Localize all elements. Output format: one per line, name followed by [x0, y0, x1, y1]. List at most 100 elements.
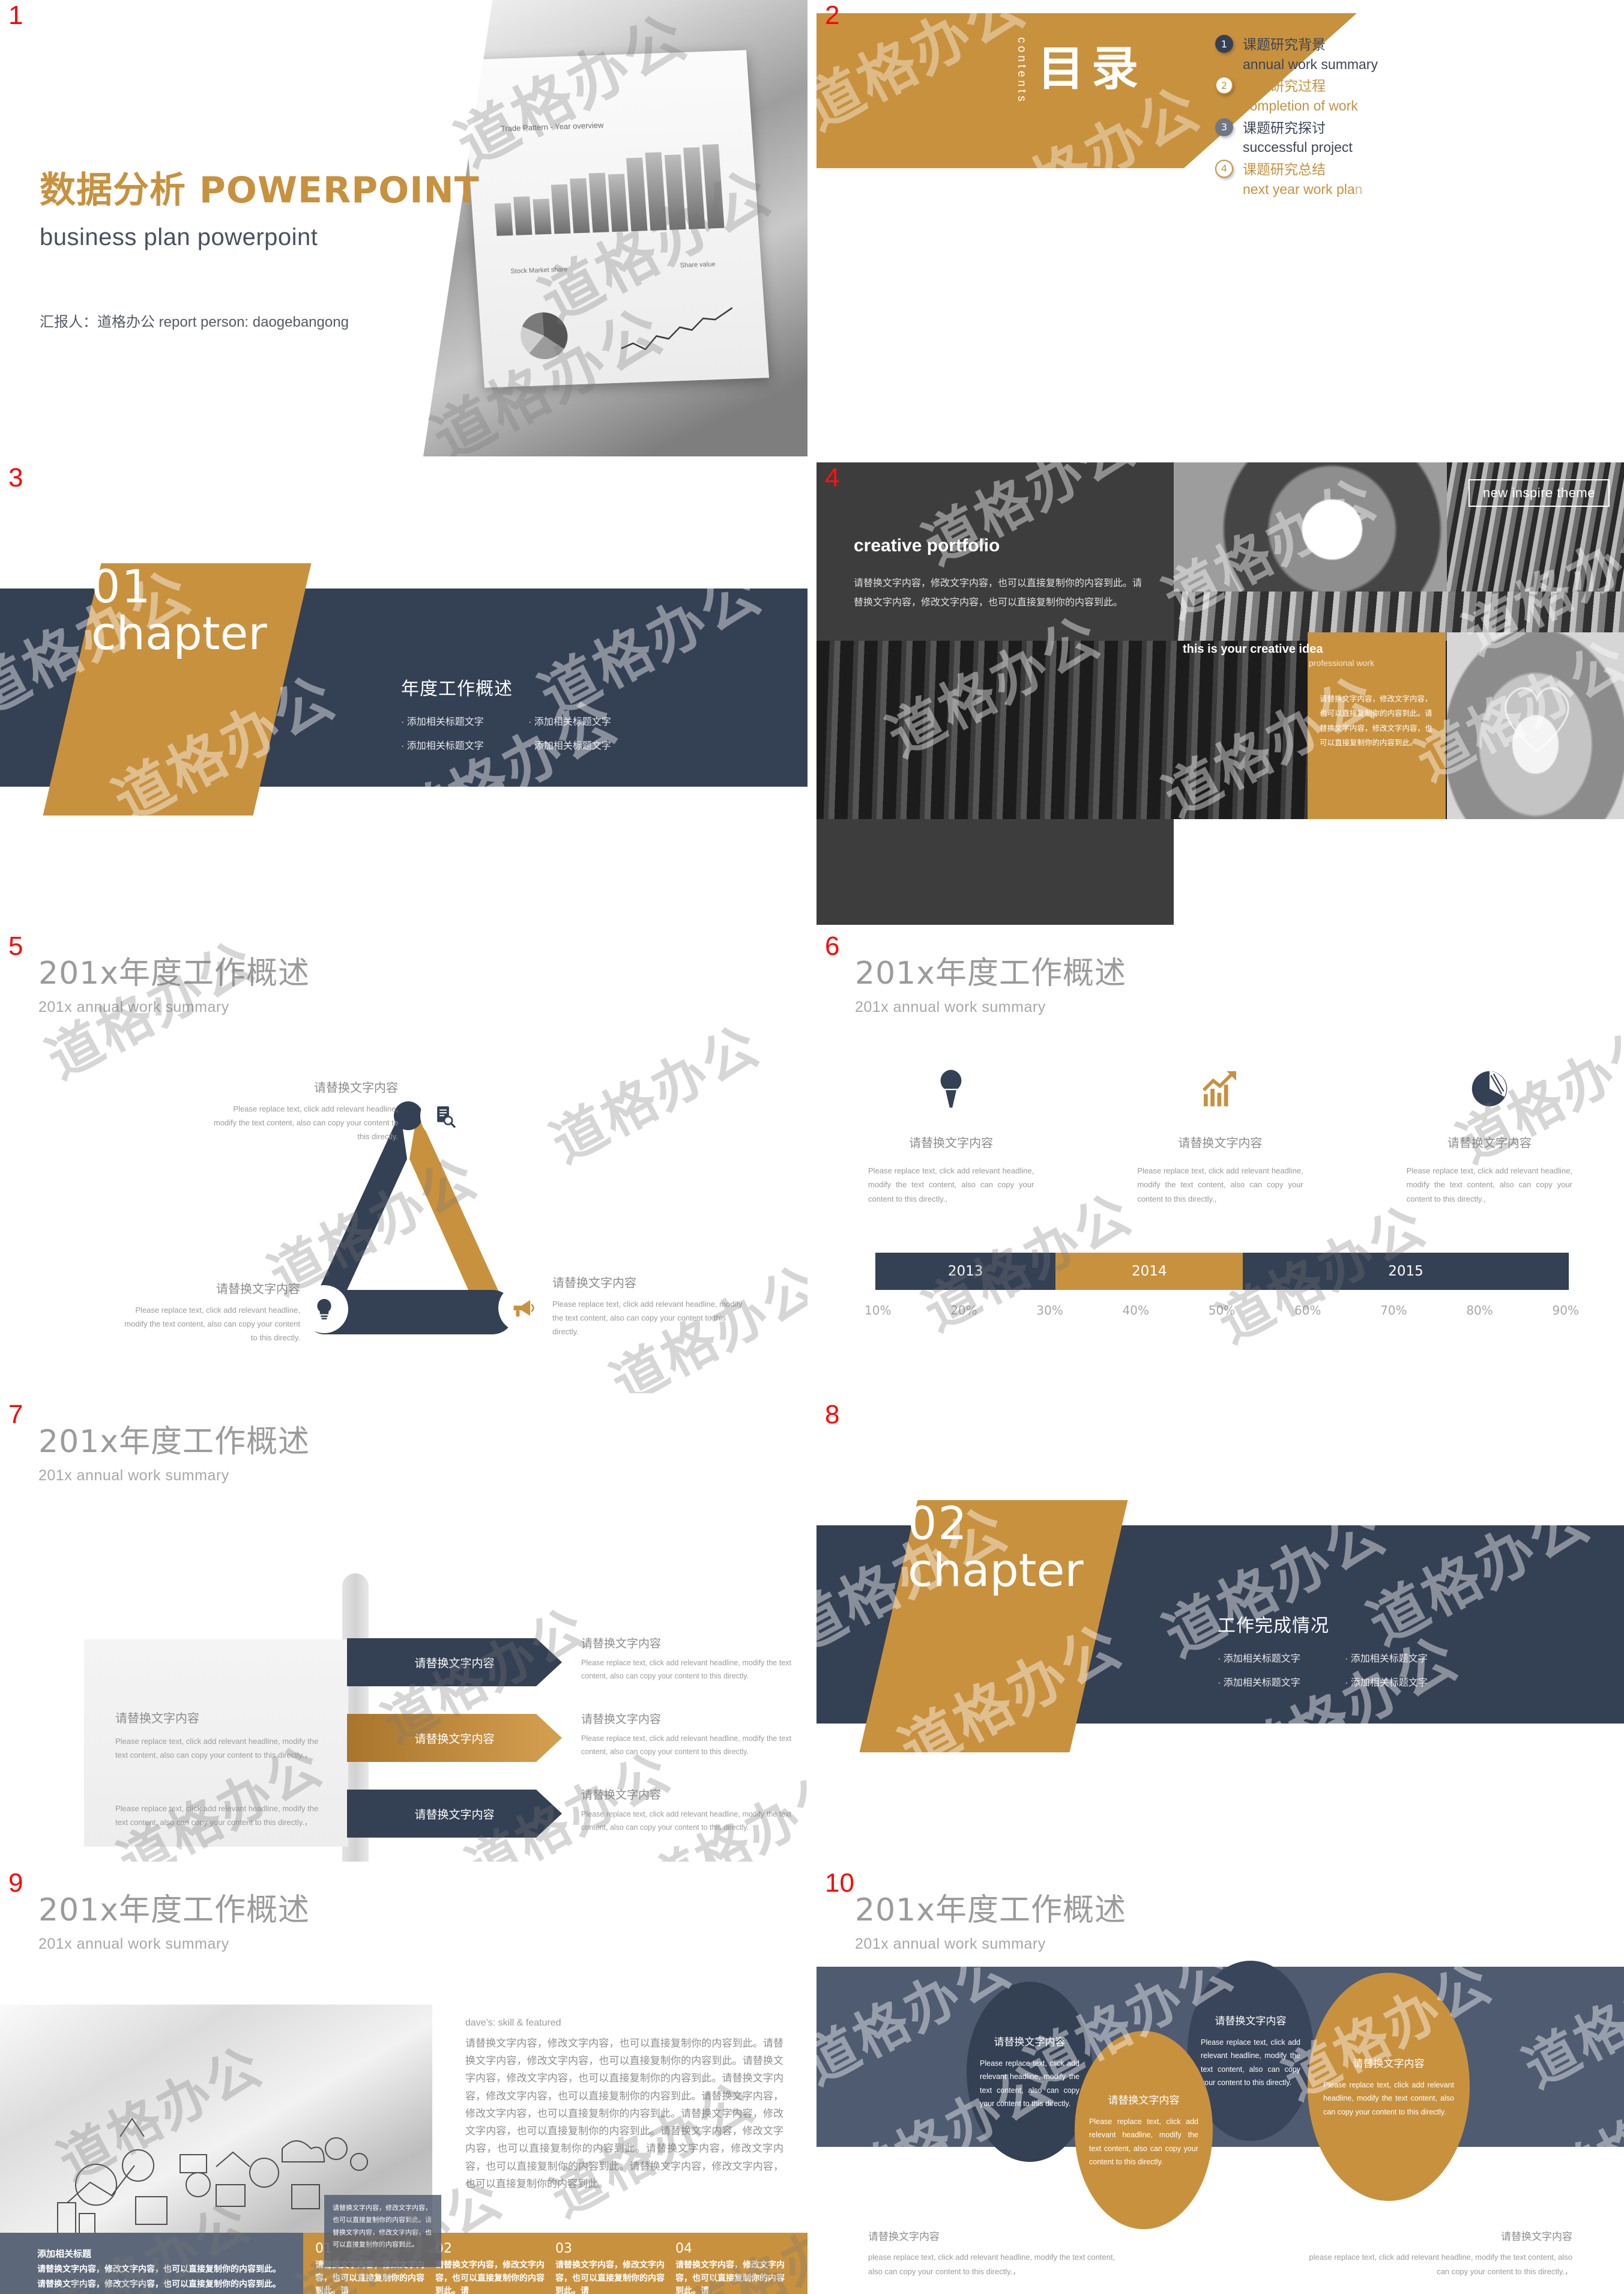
list-item[interactable]: 1 课题研究背景 annual work summary — [1215, 35, 1473, 74]
chapter-word: chapter — [908, 1543, 1084, 1597]
photo-line-chart — [621, 307, 733, 351]
cell-text: 请替换文字内容，修改文字内容，也可以直接复制你的内容到此。请 — [435, 2260, 545, 2294]
megaphone-icon-glyph — [513, 1300, 534, 1317]
page-subtitle: 201x annual work summary — [38, 1467, 229, 1484]
slide-2-contents[interactable]: 道格办公 道格办公 道格办公 道格办公 contents 目录 1 课题研究背景… — [817, 0, 1624, 456]
slide-number: 3 — [8, 463, 23, 492]
caption-body: 请替换文字内容，修改文字内容，也可以直接复制你的内容到此。请替换文字内容，修改文… — [37, 2264, 281, 2289]
lightbulb-icon — [300, 1285, 348, 1333]
row-description: 请替换文字内容 Please replace text, click add r… — [581, 1710, 791, 1759]
page-title: 201x年度工作概述 — [38, 955, 310, 991]
feature-body: Please replace text, click add relevant … — [868, 1166, 1034, 1203]
list-item[interactable]: 3 课题研究探讨 successful project — [1215, 118, 1473, 157]
growth-chart-icon-glyph — [1203, 1071, 1237, 1107]
ellipse-heading: 请替换文字内容 — [1215, 2015, 1287, 2027]
signpost-row[interactable]: 请替换文字内容 请替换文字内容 Please replace text, cli… — [347, 1638, 803, 1690]
slide-number: 8 — [825, 1400, 840, 1429]
slide-4-portfolio[interactable]: creative portfolio 请替换文字内容，修改文字内容，也可以直接复… — [817, 462, 1624, 925]
ellipse-card[interactable]: 请替换文字内容 Please replace text, click add r… — [967, 1982, 1093, 2162]
slide-9-skill-featured[interactable]: 201x年度工作概述 201x annual work summary 请替换文… — [0, 1868, 807, 2294]
pie-chart-icon — [1407, 1060, 1572, 1118]
panel-body-1: Please replace text, click add relevant … — [115, 1737, 319, 1760]
skill-body: 请替换文字内容，修改文字内容，也可以直接复制你的内容到此。请替换文字内容，修改文… — [465, 2038, 783, 2190]
bullet-item: 添加相关标题文字 — [401, 713, 521, 728]
slide-number: 2 — [825, 1, 840, 30]
ellipse-card[interactable]: 请替换文字内容 Please replace text, click add r… — [1075, 2031, 1213, 2229]
row-body: Please replace text, click add relevant … — [581, 1659, 791, 1680]
chapter-word: chapter — [91, 606, 267, 660]
node-body: Please replace text, click add relevant … — [124, 1306, 300, 1342]
ellipse-card[interactable]: 请替换文字内容 Please replace text, click add r… — [1308, 1973, 1470, 2201]
page-subtitle: 201x annual work summary — [855, 1935, 1046, 1952]
ellipse-body: Please replace text, click add relevant … — [1201, 2038, 1300, 2087]
grid-gap — [0, 456, 1624, 462]
item-title-en: next year work plan — [1243, 181, 1363, 197]
ellipse-heading: 请替换文字内容 — [1353, 2057, 1425, 2069]
chapter-bullets: 添加相关标题文字 添加相关标题文字 添加相关标题文字 添加相关标题文字 — [1218, 1650, 1465, 1689]
photo-pie-chart — [519, 312, 570, 361]
pie-caption: Stock Market share — [510, 266, 568, 276]
list-item[interactable]: 2 课题研究过程 completion of work — [1215, 76, 1473, 115]
page-header: 201x年度工作概述 201x annual work summary — [38, 1416, 310, 1484]
slide-6-icons-progress[interactable]: 201x年度工作概述 201x annual work summary 道格办公… — [817, 931, 1624, 1393]
bar-segment-2013: 2013 — [875, 1253, 1056, 1290]
slide-8-chapter-02[interactable]: 道格办公 道格办公 道格办公 道格办公 道格办公 02 chapter 工作完成… — [817, 1399, 1624, 1862]
node-text-bottom-right: 请替换文字内容 Please replace text, click add r… — [552, 1273, 744, 1339]
inspire-label[interactable]: new inspire theme — [1468, 479, 1610, 507]
ellipse-body: Please replace text, click add relevant … — [980, 2059, 1079, 2108]
node-text-bottom-left: 请替换文字内容 Please replace text, click add r… — [120, 1279, 300, 1345]
slide-number: 1 — [8, 1, 23, 30]
page-subtitle: 201x annual work summary — [38, 999, 229, 1015]
line-caption: Share value — [680, 261, 716, 270]
photo-bar-chart — [491, 143, 725, 237]
axis-tick: 70% — [1380, 1303, 1407, 1318]
item-title-cn: 课题研究过程 — [1243, 78, 1326, 94]
row-heading: 请替换文字内容 — [581, 1789, 662, 1802]
footer-body: please replace text, click add relevant … — [1309, 2253, 1572, 2277]
presenter-line: 汇报人：道格办公 report person: daogebangong — [40, 314, 349, 330]
page-subtitle: business plan powerpoint — [40, 224, 318, 250]
badge-number: 2 — [1215, 76, 1233, 95]
lightbulb-pen-icon-glyph — [940, 1070, 962, 1108]
page-header: 201x年度工作概述 201x annual work summary — [38, 948, 310, 1016]
title-photo: Trade Pattern - Year overview Stock Mark… — [423, 0, 807, 456]
footer-left: 请替换文字内容 please replace text, click add r… — [868, 2228, 1126, 2279]
idea-title: this is your creative idea — [1183, 643, 1323, 656]
slide-3-chapter-01[interactable]: 道格办公 道格办公 道格办公 道格办公 01 chapter 年度工作概述 添加… — [0, 462, 807, 925]
slide-10-ellipses[interactable]: 201x年度工作概述 201x annual work summary 道格办公… — [817, 1868, 1624, 2294]
slide-number: 5 — [8, 931, 23, 961]
photo-note: 请替换文字内容，修改文字内容，也可以直接复制你的内容到此。请替换文字内容，修改文… — [324, 2195, 441, 2267]
page-subtitle: 201x annual work summary — [855, 999, 1046, 1015]
grid-gap — [807, 0, 817, 456]
chapter-text-block: 工作完成情况 添加相关标题文字 添加相关标题文字 添加相关标题文字 添加相关标题… — [1218, 1611, 1465, 1689]
lightbulb-icon-glyph — [317, 1298, 331, 1320]
contents-list: 1 课题研究背景 annual work summary 2 课题研究过程 co… — [1215, 35, 1473, 201]
list-item[interactable]: 4 课题研究总结 next year work plan — [1215, 159, 1473, 199]
feature-columns: 请替换文字内容 Please replace text, click add r… — [817, 1060, 1624, 1206]
signpost-row[interactable]: 请替换文字内容 请替换文字内容 Please replace text, cli… — [347, 1713, 803, 1766]
skill-text-block: dave's: skill & featured 请替换文字内容，修改文字内容，… — [465, 2018, 783, 2193]
summary-panel: 请替换文字内容 Please replace text, click add r… — [84, 1639, 348, 1847]
cell-number: 04 — [675, 2241, 692, 2256]
bullet-item: 添加相关标题文字 — [1345, 1650, 1465, 1665]
percent-axis: 10% 20% 30% 40% 50% 60% 70% 80% 90% — [865, 1303, 1579, 1318]
slide-number: 7 — [8, 1400, 23, 1429]
megaphone-icon — [498, 1284, 546, 1332]
slide-7-signpost[interactable]: 201x年度工作概述 201x annual work summary 请替换文… — [0, 1399, 807, 1862]
chapter-number: 01 — [91, 560, 152, 613]
feature-heading: 请替换文字内容 — [1178, 1137, 1263, 1150]
chart-caption: Trade Pattern - Year overview — [500, 121, 605, 134]
pie-chart-icon-glyph — [1472, 1071, 1508, 1107]
growth-chart-icon — [1137, 1060, 1303, 1118]
signpost-row[interactable]: 请替换文字内容 请替换文字内容 Please replace text, cli… — [347, 1789, 803, 1841]
footer-heading: 请替换文字内容 — [1501, 2231, 1572, 2242]
slide-5-triangle[interactable]: 201x年度工作概述 201x annual work summary 道格办公… — [0, 931, 807, 1393]
item-title-cn: 课题研究探讨 — [1243, 120, 1326, 136]
chart-document-image: Trade Pattern - Year overview Stock Mark… — [462, 50, 769, 388]
item-title-en: annual work summary — [1243, 56, 1378, 72]
slide-1-title[interactable]: Trade Pattern - Year overview Stock Mark… — [0, 0, 807, 456]
row-body: Please replace text, click add relevant … — [581, 1734, 791, 1756]
ellipse-heading: 请替换文字内容 — [994, 2036, 1066, 2048]
node-body: Please replace text, click add relevant … — [552, 1300, 743, 1336]
bullet-item: 添加相关标题文字 — [401, 737, 521, 752]
